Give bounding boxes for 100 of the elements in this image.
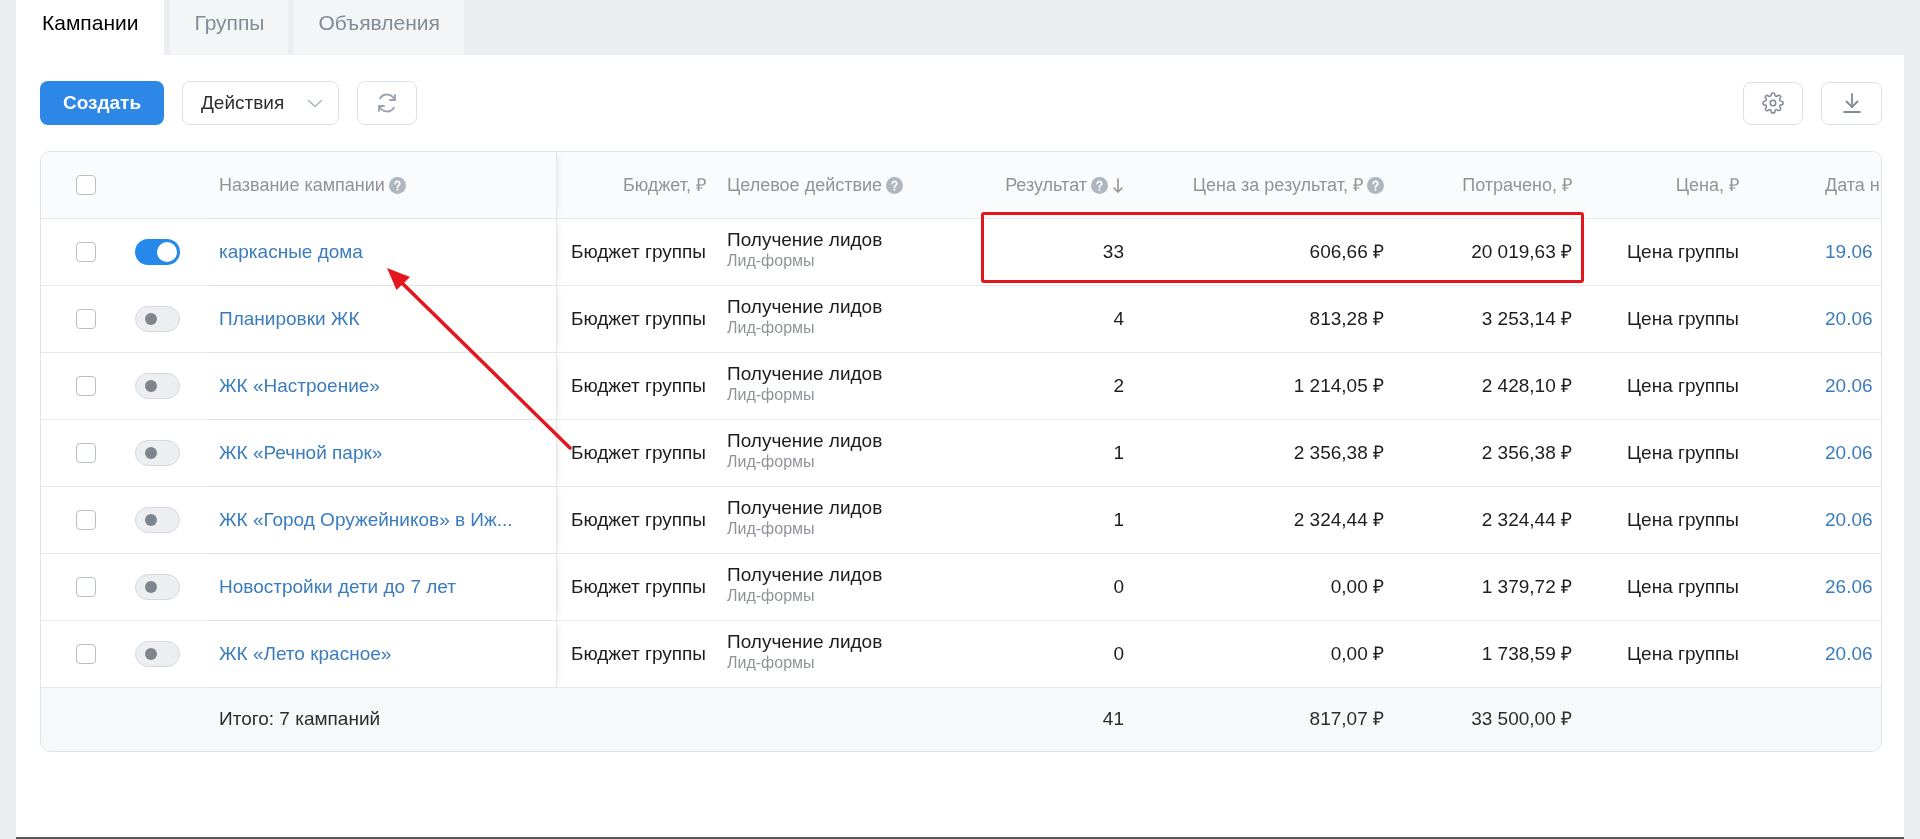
- date-link[interactable]: 20.06: [1825, 371, 1873, 401]
- campaign-link[interactable]: ЖК «Речной парк»: [219, 438, 383, 468]
- table-cell-text: Получение лидов: [727, 562, 884, 586]
- checkbox[interactable]: [76, 510, 96, 530]
- table-cell-text: Получение лидов: [727, 294, 884, 318]
- checkbox[interactable]: [76, 644, 96, 664]
- date-link[interactable]: 26.06: [1825, 572, 1873, 602]
- checkbox[interactable]: [76, 443, 96, 463]
- help-icon[interactable]: [886, 176, 904, 194]
- table-cell-text: 813,28 ₽: [1309, 306, 1384, 331]
- toggle-switch[interactable]: [135, 239, 180, 265]
- table-cell-text: 1 214,05 ₽: [1293, 373, 1384, 398]
- table-cell-text: 2 356,38 ₽: [1293, 440, 1384, 465]
- table-cell-subtext: Лид-формы: [727, 518, 816, 539]
- table-cell-subtext: Лид-формы: [727, 652, 816, 673]
- column-header[interactable]: Название кампании: [219, 171, 385, 199]
- table-cell-subtext: Лид-формы: [727, 250, 816, 271]
- table-cell-text: 41: [1102, 707, 1124, 732]
- table-cell-text: 3 253,14 ₽: [1481, 306, 1572, 331]
- total-label: Итого: 7 кампаний: [219, 707, 381, 732]
- table-cell-text: 0: [1113, 574, 1124, 599]
- download-button[interactable]: [1821, 81, 1882, 125]
- campaign-link[interactable]: ЖК «Настроение»: [219, 371, 380, 401]
- table-cell-text: Цена группы: [1627, 641, 1739, 666]
- table-cell-text: 1: [1113, 507, 1124, 532]
- table-cell-text: 2 324,44 ₽: [1481, 507, 1572, 532]
- table-cell-text: 33: [1102, 239, 1124, 264]
- actions-dropdown[interactable]: Действия: [182, 81, 339, 125]
- column-header[interactable]: Целевое действие: [727, 171, 883, 199]
- table-cell-subtext: Лид-формы: [727, 451, 816, 472]
- date-link[interactable]: 20.06: [1825, 304, 1873, 334]
- table-cell-text: Получение лидов: [727, 629, 884, 653]
- settings-icon: [1762, 92, 1784, 114]
- campaign-link[interactable]: каркасные дома: [219, 237, 363, 267]
- table-cell-text: 817,07 ₽: [1309, 707, 1384, 732]
- toggle-switch[interactable]: [135, 440, 180, 466]
- table-cell-text: Бюджет группы: [570, 641, 706, 666]
- download-icon: [1841, 92, 1862, 114]
- create-button[interactable]: Создать: [40, 81, 164, 125]
- column-header[interactable]: Бюджет, ₽: [622, 171, 706, 199]
- table-cell-text: 2 324,44 ₽: [1293, 507, 1384, 532]
- column-header[interactable]: Результат: [1005, 171, 1087, 199]
- campaign-link[interactable]: Новостройки дети до 7 лет: [219, 572, 456, 602]
- help-icon[interactable]: [388, 176, 406, 194]
- table-cell-text: Цена группы: [1627, 507, 1739, 532]
- toggle-switch[interactable]: [135, 306, 180, 332]
- table-cell-text: 2: [1113, 373, 1124, 398]
- campaign-link[interactable]: Планировки ЖК: [219, 304, 360, 334]
- toggle-switch[interactable]: [135, 373, 180, 399]
- table-cell-text: 20 019,63 ₽: [1471, 239, 1572, 264]
- table-cell-text: 1 738,59 ₽: [1481, 641, 1572, 666]
- table-cell-text: Цена группы: [1627, 373, 1739, 398]
- table-cell-text: 4: [1113, 306, 1124, 331]
- date-link[interactable]: 20.06: [1825, 505, 1873, 535]
- campaign-link[interactable]: ЖК «Лето красное»: [219, 639, 392, 669]
- refresh-icon: [375, 91, 399, 115]
- checkbox[interactable]: [76, 175, 96, 195]
- column-header[interactable]: Потрачено, ₽: [1462, 171, 1572, 199]
- checkbox[interactable]: [76, 309, 96, 329]
- table-cell-text: 1 379,72 ₽: [1481, 574, 1572, 599]
- table-cell-text: Цена группы: [1627, 239, 1739, 264]
- table-cell-text: Цена группы: [1627, 306, 1739, 331]
- toggle-switch[interactable]: [135, 641, 180, 667]
- checkbox[interactable]: [76, 577, 96, 597]
- checkbox[interactable]: [76, 376, 96, 396]
- table-cell-text: Цена группы: [1627, 574, 1739, 599]
- date-link[interactable]: 20.06: [1825, 639, 1873, 669]
- table-cell-text: Бюджет группы: [570, 373, 706, 398]
- down-arrow-icon[interactable]: [1112, 176, 1124, 194]
- tab[interactable]: Кампании: [16, 0, 165, 55]
- table-cell-text: Получение лидов: [727, 428, 884, 452]
- checkbox[interactable]: [76, 242, 96, 262]
- table-cell-text: 0,00 ₽: [1330, 641, 1384, 666]
- settings-button[interactable]: [1743, 81, 1803, 125]
- column-header[interactable]: Дата н: [1825, 171, 1880, 199]
- column-header[interactable]: Цена, ₽: [1675, 171, 1739, 199]
- table-cell-text: Бюджет группы: [570, 239, 706, 264]
- refresh-button[interactable]: [357, 81, 417, 125]
- table-cell-text: Получение лидов: [727, 227, 884, 251]
- table-cell-text: 0: [1113, 641, 1124, 666]
- table-cell-text: Получение лидов: [727, 361, 884, 385]
- table-cell-text: Получение лидов: [727, 495, 884, 519]
- table-cell-text: 33 500,00 ₽: [1471, 707, 1572, 732]
- chevron-down-icon: [307, 98, 323, 108]
- campaign-link[interactable]: ЖК «Город Оружейников» в Иж...: [219, 505, 513, 535]
- date-link[interactable]: 20.06: [1825, 438, 1873, 468]
- column-header[interactable]: Цена за результат, ₽: [1192, 171, 1363, 199]
- date-link[interactable]: 19.06: [1825, 237, 1873, 267]
- table-cell-text: 606,66 ₽: [1309, 239, 1384, 264]
- toggle-switch[interactable]: [135, 574, 180, 600]
- tab[interactable]: Группы: [170, 0, 289, 55]
- help-icon[interactable]: [1367, 176, 1384, 194]
- table-cell-subtext: Лид-формы: [727, 585, 816, 606]
- toggle-switch[interactable]: [135, 507, 180, 533]
- tab[interactable]: Объявления: [294, 0, 464, 55]
- table-cell-text: Бюджет группы: [570, 574, 706, 599]
- table-cell-text: Цена группы: [1627, 440, 1739, 465]
- table-cell-text: 2 428,10 ₽: [1481, 373, 1572, 398]
- help-icon[interactable]: [1091, 176, 1108, 194]
- table-cell-text: 0,00 ₽: [1330, 574, 1384, 599]
